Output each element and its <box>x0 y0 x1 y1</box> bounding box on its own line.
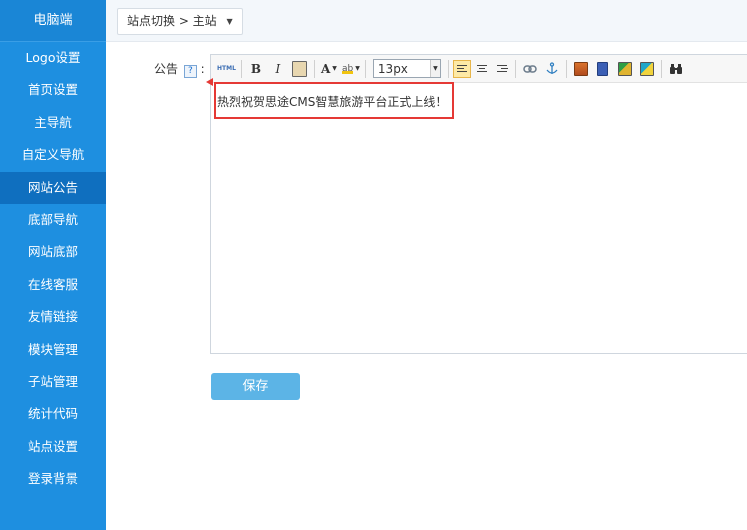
font-color-icon: A <box>320 61 331 76</box>
anchor-button[interactable] <box>543 60 561 78</box>
align-right-button[interactable] <box>493 60 511 78</box>
editor-toolbar: HTML B I A ▼ ab ▼ 13px ▼ <box>211 55 747 83</box>
rich-text-editor: HTML B I A ▼ ab ▼ 13px ▼ 热烈祝贺思途CMS智慧旅游平台… <box>210 54 747 354</box>
font-size-select[interactable]: 13px ▼ <box>372 59 441 78</box>
insert-image-button[interactable] <box>572 60 590 78</box>
caret-down-icon: ▼ <box>226 17 233 26</box>
sidebar-item-footer-nav[interactable]: 底部导航 <box>0 204 106 236</box>
html-source-button[interactable]: HTML <box>217 60 236 78</box>
insert-video-button[interactable] <box>594 60 612 78</box>
highlight-color-button[interactable]: ab ▼ <box>341 60 360 78</box>
binoculars-icon <box>669 63 682 74</box>
chevron-down-icon: ▼ <box>332 65 337 72</box>
italic-button[interactable]: I <box>269 60 287 78</box>
video-icon <box>597 61 609 76</box>
toolbar-divider <box>447 59 449 78</box>
topbar: 站点切换 > 主站 ▼ <box>106 0 747 42</box>
notice-content-text: 热烈祝贺思途CMS智慧旅游平台正式上线！ <box>217 95 448 109</box>
toolbar-divider <box>565 59 567 78</box>
site-switch-dropdown[interactable]: 站点切换 > 主站 ▼ <box>117 8 243 35</box>
sidebar-item-home-settings[interactable]: 首页设置 <box>0 74 106 106</box>
font-color-button[interactable]: A ▼ <box>320 60 338 78</box>
editor-content-area[interactable]: 热烈祝贺思途CMS智慧旅游平台正式上线！ <box>211 83 747 353</box>
toolbar-divider <box>514 59 516 78</box>
align-center-button[interactable] <box>473 60 491 78</box>
chevron-down-icon: ▼ <box>429 60 440 77</box>
sidebar-item-login-background[interactable]: 登录背景 <box>0 463 106 495</box>
toolbar-divider <box>240 59 242 78</box>
chevron-down-icon: ▼ <box>355 65 360 72</box>
sidebar-item-friend-links[interactable]: 友情链接 <box>0 301 106 333</box>
notice-field-label: 公告 ? : <box>154 60 205 78</box>
gallery-icon <box>617 61 632 76</box>
sidebar-item-site-footer[interactable]: 网站底部 <box>0 236 106 268</box>
sidebar-item-main-nav[interactable]: 主导航 <box>0 107 106 139</box>
link-icon <box>523 64 537 73</box>
toolbar-divider <box>364 59 366 78</box>
toolbar-divider <box>313 59 315 78</box>
sidebar-item-site-settings[interactable]: 站点设置 <box>0 431 106 463</box>
paste-text-button[interactable] <box>291 60 309 78</box>
notice-label-text: 公告 <box>154 62 179 76</box>
bold-button[interactable]: B <box>247 60 265 78</box>
media-icon <box>639 61 654 76</box>
site-switch-label: 站点切换 > 主站 <box>127 14 217 28</box>
paste-icon <box>292 60 308 77</box>
sidebar-header[interactable]: 电脑端 <box>0 0 106 42</box>
sidebar-item-substation-management[interactable]: 子站管理 <box>0 366 106 398</box>
sidebar: 电脑端 Logo设置 首页设置 主导航 自定义导航 网站公告 底部导航 网站底部… <box>0 0 106 530</box>
anchor-icon <box>546 61 558 74</box>
sidebar-item-stat-code[interactable]: 统计代码 <box>0 398 106 430</box>
save-button[interactable]: 保存 <box>211 373 300 400</box>
label-colon: : <box>200 62 205 76</box>
sidebar-item-site-notice[interactable]: 网站公告 <box>0 171 106 204</box>
insert-media-button[interactable] <box>638 60 656 78</box>
align-left-button[interactable] <box>452 59 471 78</box>
help-icon[interactable]: ? <box>183 65 197 78</box>
toolbar-divider <box>660 59 662 78</box>
image-icon <box>573 61 588 76</box>
sidebar-item-module-management[interactable]: 模块管理 <box>0 334 106 366</box>
font-size-value: 13px <box>377 61 408 76</box>
link-button[interactable] <box>521 60 539 78</box>
annotation-arrow-icon <box>206 78 213 86</box>
insert-gallery-button[interactable] <box>616 60 634 78</box>
sidebar-item-custom-nav[interactable]: 自定义导航 <box>0 139 106 171</box>
sidebar-item-online-service[interactable]: 在线客服 <box>0 269 106 301</box>
sidebar-item-logo-settings[interactable]: Logo设置 <box>0 42 106 74</box>
highlight-icon: ab <box>341 63 354 74</box>
find-replace-button[interactable] <box>667 60 685 78</box>
